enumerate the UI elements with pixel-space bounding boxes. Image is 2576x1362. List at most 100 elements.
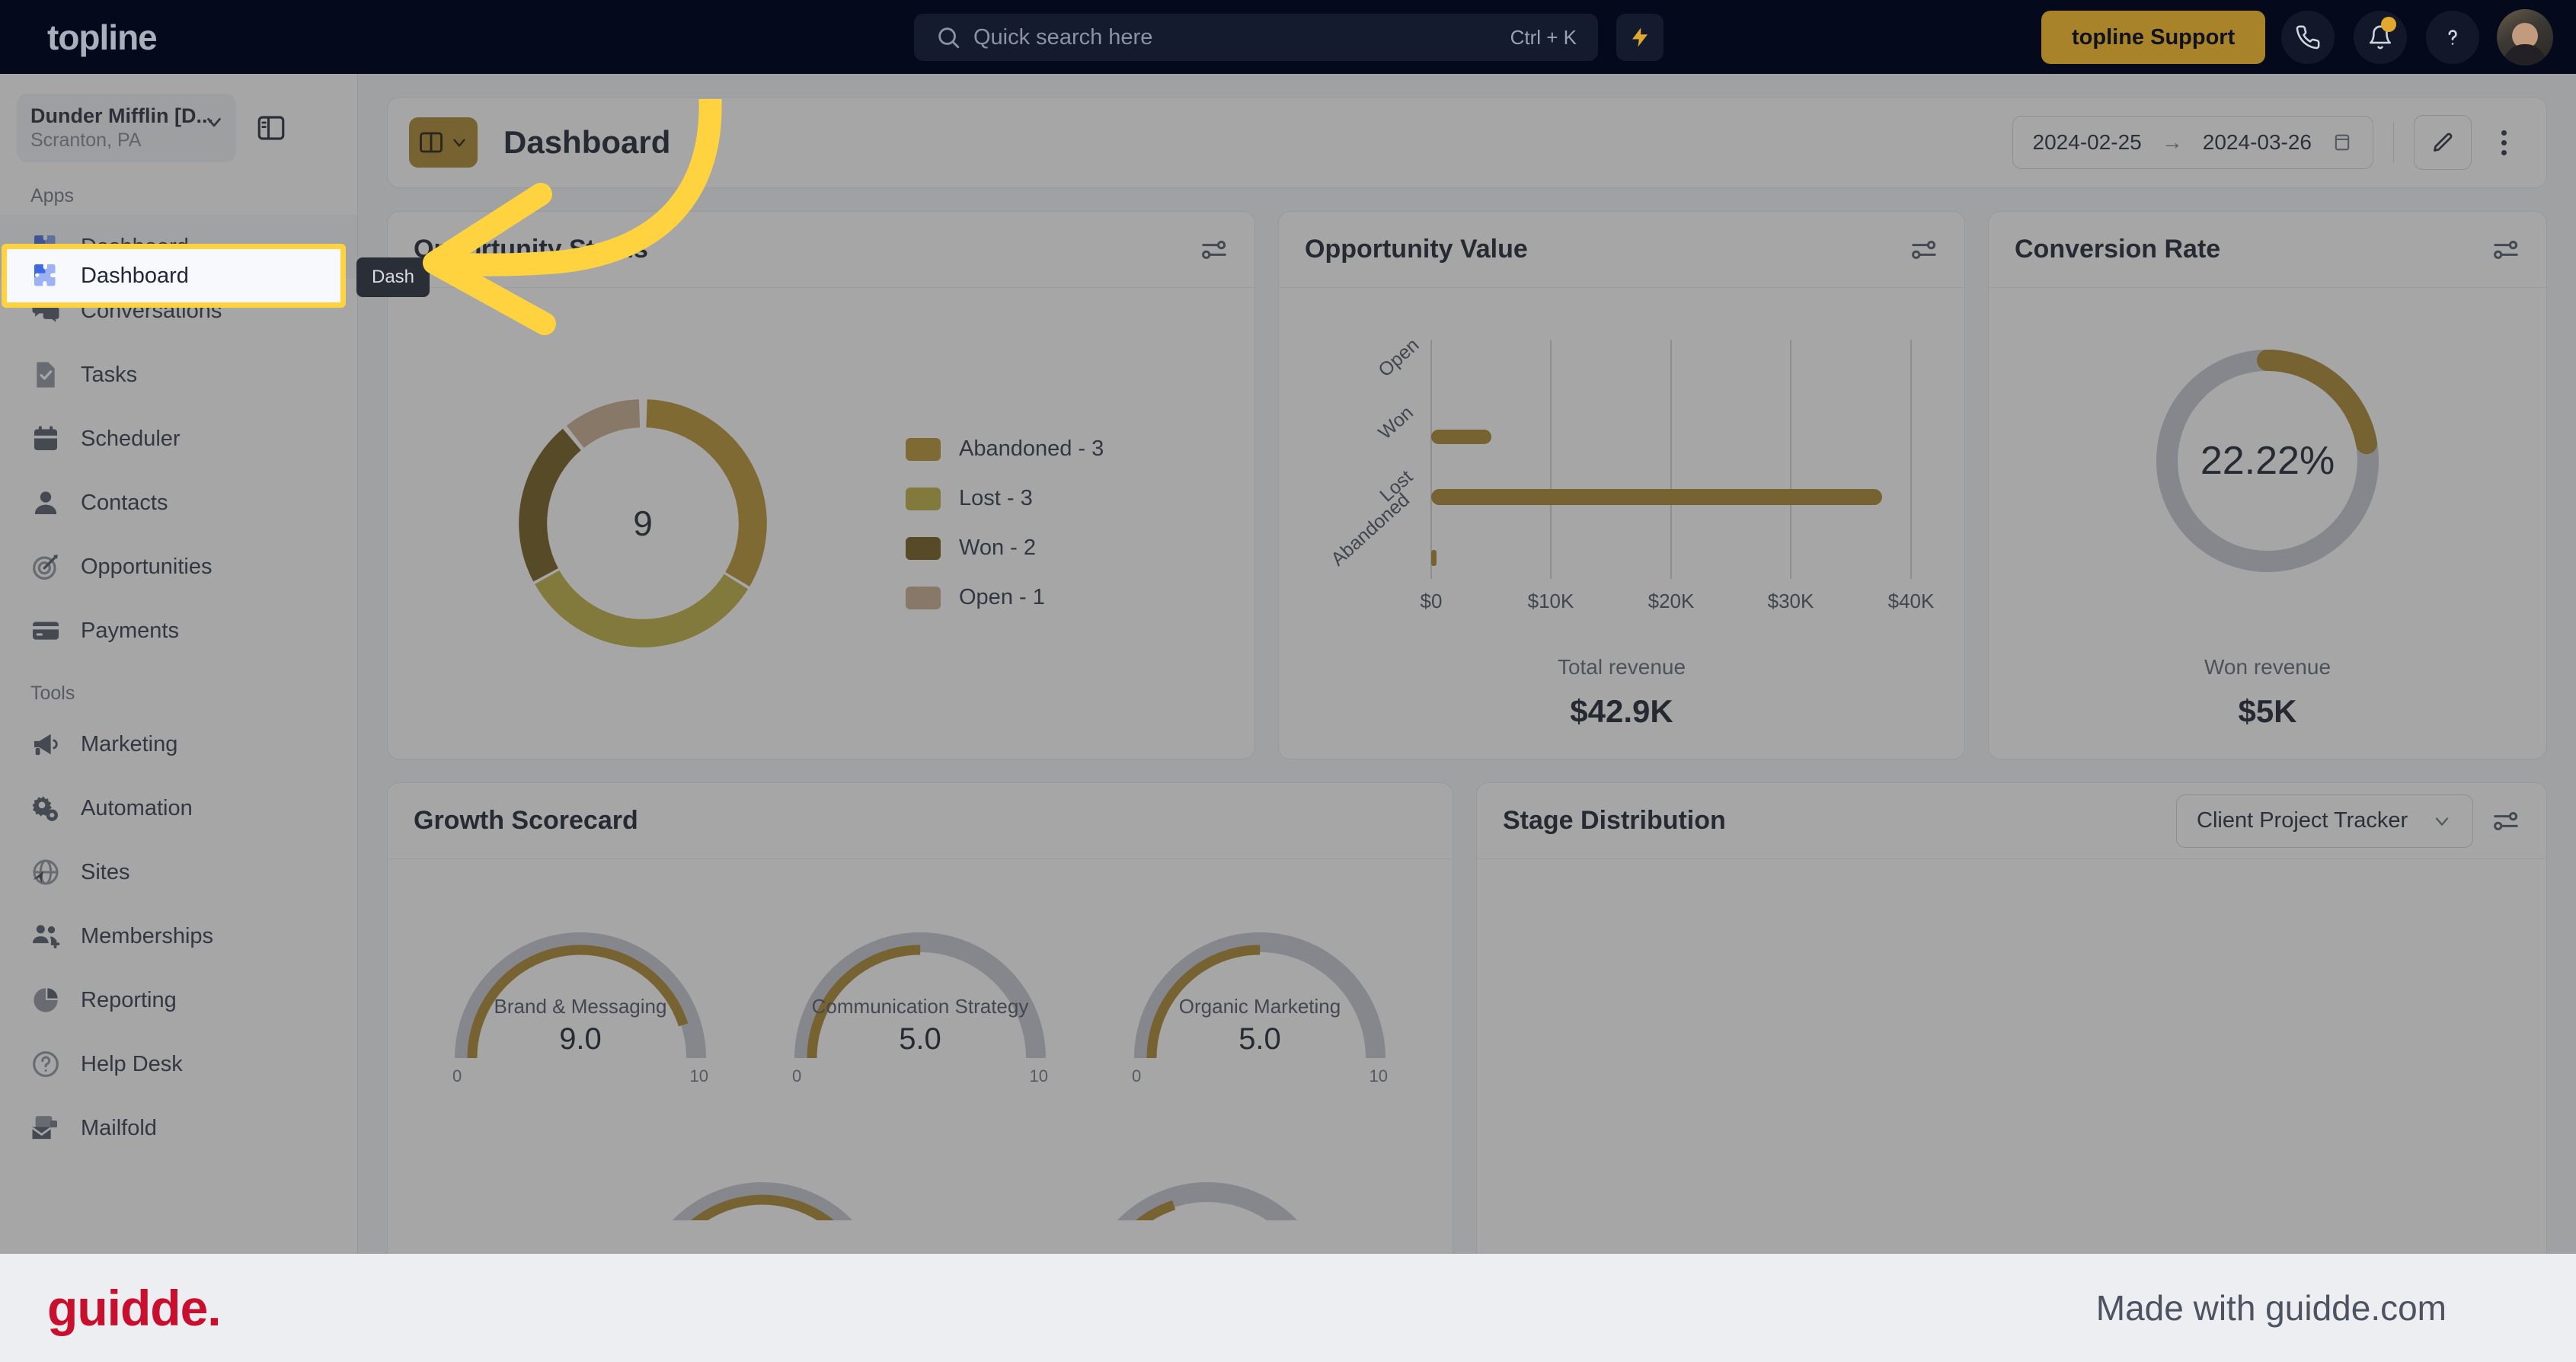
people-plus-icon	[33, 925, 60, 948]
legend-swatch-won	[906, 536, 941, 560]
sidebar-item-scheduler[interactable]: Scheduler	[0, 407, 357, 471]
x-axis-labels: $0 $10K $20K $30K $40K	[1421, 590, 1935, 612]
dashboard-row-one: Opportunity Status 9 Abandoned - 3 Lost …	[387, 211, 2547, 759]
header-actions: 2024-02-25 → 2024-03-26	[2012, 115, 2525, 170]
gauge-label: Communication Strategy	[811, 995, 1029, 1018]
sliders-icon[interactable]	[2491, 807, 2520, 836]
bars	[1431, 430, 1882, 566]
question-circle-icon	[33, 1051, 59, 1077]
organization-selector[interactable]: Dunder Mifflin [D... Scranton, PA	[17, 94, 236, 162]
gauge-max: 10	[1369, 1066, 1388, 1085]
mail-stack-icon	[31, 1116, 57, 1140]
calendar-icon	[2335, 134, 2350, 151]
card-header: Opportunity Value	[1279, 212, 1964, 288]
task-check-icon	[37, 362, 55, 388]
three-dot-menu-icon	[2501, 129, 2507, 136]
global-search-bar[interactable]: Ctrl + K	[914, 14, 1598, 61]
megaphone-icon	[34, 734, 58, 756]
sidebar-item-mailfold[interactable]: Mailfold	[0, 1096, 357, 1160]
guidde-footer: guidde. Made with guidde.com	[0, 1254, 2576, 1362]
legend-item: Open - 1	[906, 585, 1104, 610]
grid-lines	[1430, 340, 1912, 579]
chevron-down-icon	[207, 117, 221, 127]
panel-collapse-icon	[257, 116, 285, 140]
opportunity-status-card: Opportunity Status 9 Abandoned - 3 Lost …	[387, 211, 1255, 759]
sidebar-item-sites[interactable]: Sites	[0, 840, 357, 904]
stage-distribution-body	[1477, 859, 2546, 1315]
chevron-down-icon	[453, 139, 465, 147]
card-header: Opportunity Status	[388, 212, 1254, 288]
stage-distribution-card: Stage Distribution Client Project Tracke…	[1476, 782, 2547, 1316]
user-avatar[interactable]	[2497, 9, 2553, 66]
notifications-button[interactable]	[2354, 11, 2407, 64]
sliders-icon[interactable]	[2491, 235, 2520, 264]
total-revenue-label: Total revenue	[1557, 655, 1686, 679]
header-divider	[2393, 122, 2394, 163]
date-range-picker[interactable]: 2024-02-25 → 2024-03-26	[2012, 116, 2373, 169]
nav-section-tools-label: Tools	[30, 683, 75, 704]
gauge-row-one: Brand & Messaging 9.0 0 10 Communication…	[411, 879, 1430, 1100]
sidebar-item-tasks[interactable]: Tasks	[0, 343, 357, 407]
more-options-button[interactable]	[2482, 120, 2525, 165]
sidebar-item-memberships[interactable]: Memberships	[0, 904, 357, 968]
legend-label: Open - 1	[959, 585, 1045, 609]
gauge-label: Brand & Messaging	[494, 995, 667, 1018]
search-input[interactable]	[973, 24, 1510, 50]
gauge-value: 9.0	[559, 1022, 602, 1056]
date-range-end: 2024-03-26	[2202, 130, 2312, 154]
sidebar-item-label: Tasks	[81, 362, 138, 387]
sidebar-item-help-desk[interactable]: Help Desk	[0, 1032, 357, 1096]
sidebar-item-marketing[interactable]: Marketing	[0, 712, 357, 776]
won-revenue-label: Won revenue	[2204, 655, 2332, 679]
lightning-bolt-icon	[1632, 27, 1648, 47]
globe-cursor-icon	[33, 859, 59, 885]
sidebar-item-label: Scheduler	[81, 426, 181, 451]
chat-bubbles-icon	[32, 300, 59, 322]
panel-collapse-button[interactable]	[250, 107, 292, 149]
edit-dashboard-button[interactable]	[2414, 115, 2472, 170]
sidebar-item-dashboard-highlighted[interactable]: Dashboard	[9, 251, 338, 300]
chevron-down-icon	[2435, 817, 2449, 826]
puzzle-icon	[34, 264, 56, 286]
pencil-icon	[2434, 133, 2453, 152]
organization-name: Dunder Mifflin [D...	[30, 104, 213, 127]
sidebar-item-automation[interactable]: Automation	[0, 776, 357, 840]
card-title: Stage Distribution	[1503, 806, 1726, 835]
sidebar-item-label: Memberships	[81, 923, 214, 948]
card-title: Opportunity Value	[1305, 235, 1528, 264]
calendar-icon	[34, 426, 57, 450]
phone-button[interactable]	[2281, 11, 2335, 64]
pipeline-select[interactable]: Client Project Tracker	[2176, 794, 2473, 848]
topline-support-button[interactable]: topline Support	[2041, 11, 2266, 64]
card-header: Stage Distribution Client Project Tracke…	[1477, 783, 2546, 859]
sidebar-item-label: Automation	[81, 795, 193, 820]
sidebar-item-contacts[interactable]: Contacts	[0, 471, 357, 535]
layout-switcher-button[interactable]	[409, 117, 478, 168]
ytick-open: Open	[1374, 334, 1423, 382]
gauge-min: 0	[792, 1066, 802, 1085]
sidebar-item-opportunities[interactable]: Opportunities	[0, 535, 357, 599]
won-revenue-value: $5K	[2238, 693, 2297, 729]
notification-badge-dot	[2381, 17, 2396, 32]
sliders-icon[interactable]	[1910, 235, 1938, 264]
dashboard-row-two: Growth Scorecard Brand & Messaging 9.0 0…	[387, 782, 2547, 1316]
quick-actions-button[interactable]	[1616, 14, 1664, 61]
sliders-icon[interactable]	[1200, 235, 1229, 264]
search-icon	[938, 27, 960, 49]
sidebar-item-payments[interactable]: Payments	[0, 599, 357, 663]
layout-panel-icon	[420, 132, 443, 153]
sidebar-item-label: Opportunities	[81, 554, 213, 579]
sidebar-item-reporting[interactable]: Reporting	[0, 968, 357, 1032]
gauge-min: 0	[452, 1066, 462, 1085]
xtick-2: $20K	[1648, 590, 1695, 612]
dashboard-header: Dashboard 2024-02-25 → 2024-03-26	[387, 97, 2547, 188]
sidebar-item-label: Contacts	[81, 490, 168, 515]
conversion-rate-value: 22.22%	[2200, 439, 2335, 483]
target-icon	[33, 555, 58, 580]
legend-label: Abandoned - 3	[959, 436, 1104, 461]
opportunity-value-card: Opportunity Value Open Won Lost Abandone…	[1278, 211, 1965, 759]
conversion-rate-body: 22.22% Won revenue $5K	[1989, 288, 2546, 759]
conversion-rate-card: Conversion Rate 22.22% Won revenue $5K	[1988, 211, 2547, 759]
gauge-partial-two	[1078, 1129, 1337, 1220]
help-button[interactable]	[2426, 11, 2479, 64]
